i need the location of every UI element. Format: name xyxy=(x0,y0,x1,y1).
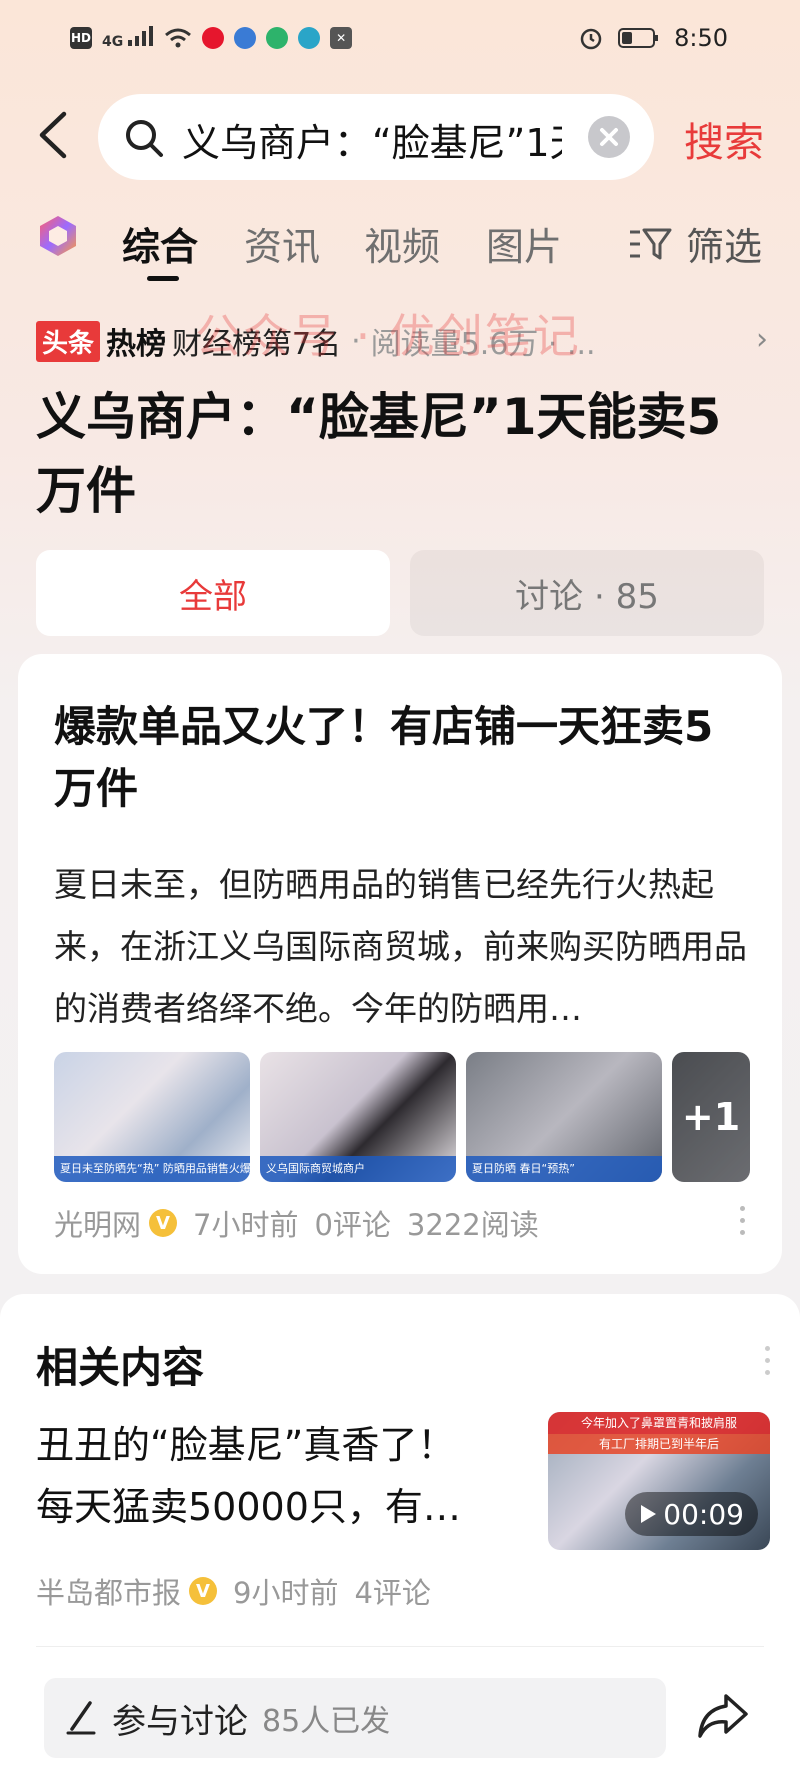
browser-icon xyxy=(234,27,257,49)
toutiao-badge: 头条 xyxy=(36,320,101,362)
tab-comprehensive[interactable]: 综合 xyxy=(122,216,198,271)
more-images-count: +1 xyxy=(672,1052,750,1182)
alarm-icon xyxy=(580,28,602,50)
article-card[interactable]: 爆款单品又火了！有店铺一天狂卖5万件 夏日未至，但防晒用品的销售已经先行火热起来… xyxy=(18,654,782,1274)
participant-count: 85人已发 xyxy=(262,1704,391,1739)
video-duration: 00:09 xyxy=(625,1492,758,1536)
rank-separator: · xyxy=(351,323,361,359)
duration-text: 00:09 xyxy=(663,1497,744,1531)
app-grid-icon: ✕ xyxy=(330,27,353,49)
play-icon xyxy=(641,1505,657,1523)
video-thumbnail[interactable]: 今年加入了鼻罩置青和披肩服 有工厂排期已到半年后 00:09 xyxy=(548,1412,770,1550)
article-thumbnails: 夏日未至防晒先“热” 防晒用品销售火爆 义乌国际商贸城商户 夏日防晒 春日“预热… xyxy=(54,1052,750,1182)
clear-search-icon[interactable] xyxy=(588,116,630,158)
refresh-icon xyxy=(298,27,321,49)
read-count: 3222阅读 xyxy=(406,1208,539,1242)
sync-icon xyxy=(266,27,289,49)
hot-rank-row[interactable]: 头条 热榜 财经榜第7名 · 阅读量5.6万 · ... › xyxy=(36,318,776,364)
chevron-right-icon: › xyxy=(756,322,768,357)
divider xyxy=(36,1646,764,1647)
app-logo-icon xyxy=(40,216,76,256)
source-name[interactable]: 光明网 xyxy=(54,1202,141,1244)
thumbnail-image[interactable]: 夏日防晒 春日“预热” xyxy=(466,1052,662,1182)
active-tab-indicator xyxy=(147,276,179,281)
thumbnail-caption: 夏日防晒 春日“预热” xyxy=(466,1156,662,1182)
join-discussion-input[interactable]: 参与讨论 85人已发 xyxy=(44,1678,666,1758)
status-right-icons: 8:50 xyxy=(578,24,728,52)
join-discussion-label: 参与讨论 xyxy=(112,1701,248,1742)
video-caption: 今年加入了鼻罩置青和披肩服 xyxy=(548,1412,770,1434)
clock: 8:50 xyxy=(674,24,728,52)
segment-all[interactable]: 全部 xyxy=(36,550,390,636)
pen-icon xyxy=(66,1701,96,1735)
weibo-icon xyxy=(202,27,225,49)
article-meta: 光明网 V 7小时前 0评论 3222阅读 xyxy=(54,1202,539,1244)
rank-text: 财经榜第7名 xyxy=(172,327,342,362)
thumbnail-caption: 夏日未至防晒先“热” 防晒用品销售火爆 xyxy=(54,1156,250,1182)
related-item-title[interactable]: 丑丑的“脸基尼”真香了！每天猛卖50000只，有… xyxy=(36,1414,476,1538)
verified-badge-icon: V xyxy=(149,1209,178,1237)
share-icon[interactable] xyxy=(696,1692,750,1740)
more-options-icon[interactable] xyxy=(740,1206,746,1242)
status-left-icons: HD 4G ✕ xyxy=(70,26,353,50)
source-name[interactable]: 半岛都市报 xyxy=(36,1570,181,1612)
publish-time: 7小时前 xyxy=(193,1208,299,1242)
read-count: 阅读量5.6万 · ... xyxy=(370,327,596,362)
signal-icon: 4G xyxy=(102,26,154,50)
more-images-thumbnail[interactable]: +1 xyxy=(672,1052,750,1182)
thumbnail-caption: 义乌国际商贸城商户 xyxy=(260,1156,456,1182)
filter-icon xyxy=(629,228,672,259)
article-title[interactable]: 爆款单品又火了！有店铺一天狂卖5万件 xyxy=(54,696,754,820)
tab-video[interactable]: 视频 xyxy=(364,216,440,271)
search-button[interactable]: 搜索 xyxy=(684,110,764,168)
hot-list-label: 热榜 xyxy=(106,327,167,362)
tab-news[interactable]: 资讯 xyxy=(244,216,320,271)
article-summary: 夏日未至，但防晒用品的销售已经先行火热起来，在浙江义乌国际商贸城，前来购买防晒用… xyxy=(54,865,747,1028)
related-heading: 相关内容 xyxy=(36,1343,205,1392)
search-icon xyxy=(126,120,163,157)
comment-count: 4评论 xyxy=(354,1576,431,1610)
more-options-icon[interactable] xyxy=(765,1346,770,1382)
related-meta: 半岛都市报 V 9小时前 4评论 xyxy=(36,1570,431,1612)
back-arrow-icon[interactable] xyxy=(34,110,74,160)
signal-type-label: 4G xyxy=(102,34,124,50)
hd-network-icon: HD xyxy=(70,27,92,49)
thumbnail-image[interactable]: 义乌国际商贸城商户 xyxy=(260,1052,456,1182)
topic-title: 义乌商户：“脸基尼”1天能卖5万件 xyxy=(36,388,722,520)
tab-images[interactable]: 图片 xyxy=(486,216,562,271)
result-tabs: 综合 资讯 视频 图片 筛选 xyxy=(0,210,800,281)
search-input[interactable]: 义乌商户：“脸基尼”1天能卖5万件 xyxy=(182,112,562,167)
search-bar[interactable]: 义乌商户：“脸基尼”1天能卖5万件 xyxy=(98,94,654,180)
video-caption: 有工厂排期已到半年后 xyxy=(548,1434,770,1454)
comment-count: 0评论 xyxy=(314,1208,391,1242)
filter-label: 筛选 xyxy=(685,225,762,269)
segment-discussion[interactable]: 讨论 · 85 xyxy=(410,550,764,636)
publish-time: 9小时前 xyxy=(233,1576,339,1610)
filter-button[interactable]: 筛选 xyxy=(628,216,762,271)
status-bar: HD 4G ✕ 8:50 xyxy=(0,0,800,80)
battery-icon xyxy=(618,28,659,48)
verified-badge-icon: V xyxy=(189,1577,218,1605)
thumbnail-image[interactable]: 夏日未至防晒先“热” 防晒用品销售火爆 xyxy=(54,1052,250,1182)
wifi-icon xyxy=(165,28,192,48)
